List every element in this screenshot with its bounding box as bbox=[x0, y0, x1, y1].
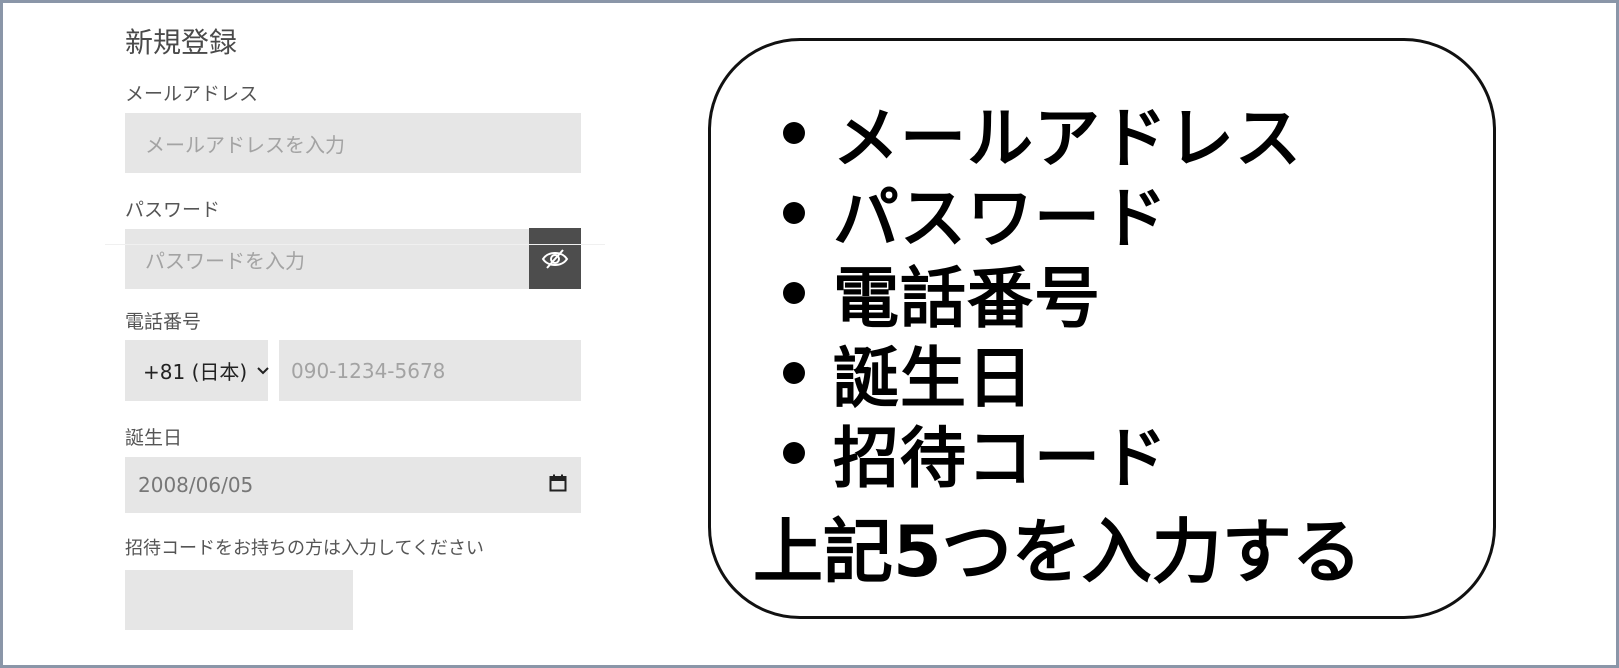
page-title: 新規登録 bbox=[125, 26, 238, 59]
callout-item: 誕生日 bbox=[771, 333, 1302, 417]
callout-item-label: 招待コード bbox=[833, 420, 1168, 497]
phone-number-field[interactable]: 090-1234-5678 bbox=[279, 340, 581, 401]
email-field[interactable]: メールアドレスを入力 bbox=[125, 113, 581, 173]
bullet-icon bbox=[783, 362, 805, 384]
callout-item: 招待コード bbox=[771, 413, 1302, 497]
password-label: パスワード bbox=[125, 199, 221, 221]
invite-code-label: 招待コードをお持ちの方は入力してください bbox=[125, 538, 484, 559]
birthday-value: 2008/06/05 bbox=[138, 473, 254, 497]
phone-placeholder: 090-1234-5678 bbox=[291, 358, 446, 383]
divider bbox=[105, 244, 605, 245]
country-code-select[interactable]: +81 (日本) bbox=[125, 340, 269, 401]
callout-footer: 上記5つを入力する bbox=[753, 511, 1362, 593]
password-field[interactable]: パスワードを入力 bbox=[125, 229, 529, 289]
eye-slash-icon bbox=[541, 248, 569, 269]
email-label: メールアドレス bbox=[125, 83, 259, 105]
bullet-icon bbox=[783, 122, 805, 144]
bullet-icon bbox=[783, 442, 805, 464]
callout-item: パスワード bbox=[771, 173, 1302, 257]
callout-item: 電話番号 bbox=[771, 253, 1302, 337]
screenshot-frame: 新規登録 メールアドレス メールアドレスを入力 パスワード パスワードを入力 電… bbox=[0, 0, 1619, 668]
callout-box: メールアドレス パスワード 電話番号 誕生日 招待コード 上記5つを入力する bbox=[708, 38, 1496, 619]
chevron-down-icon bbox=[257, 366, 269, 375]
password-visibility-toggle[interactable] bbox=[529, 228, 581, 289]
country-code-value: +81 (日本) bbox=[143, 360, 248, 384]
birthday-field[interactable]: 2008/06/05 bbox=[125, 457, 581, 513]
bullet-icon bbox=[783, 202, 805, 224]
password-placeholder: パスワードを入力 bbox=[145, 248, 305, 273]
callout-list: メールアドレス パスワード 電話番号 誕生日 招待コード bbox=[771, 93, 1302, 497]
calendar-icon[interactable] bbox=[549, 473, 567, 497]
invite-code-field[interactable] bbox=[125, 570, 353, 630]
birthday-label: 誕生日 bbox=[125, 427, 183, 449]
email-placeholder: メールアドレスを入力 bbox=[145, 132, 345, 157]
callout-item: メールアドレス bbox=[771, 93, 1302, 177]
bullet-icon bbox=[783, 282, 805, 304]
phone-label: 電話番号 bbox=[125, 311, 202, 333]
